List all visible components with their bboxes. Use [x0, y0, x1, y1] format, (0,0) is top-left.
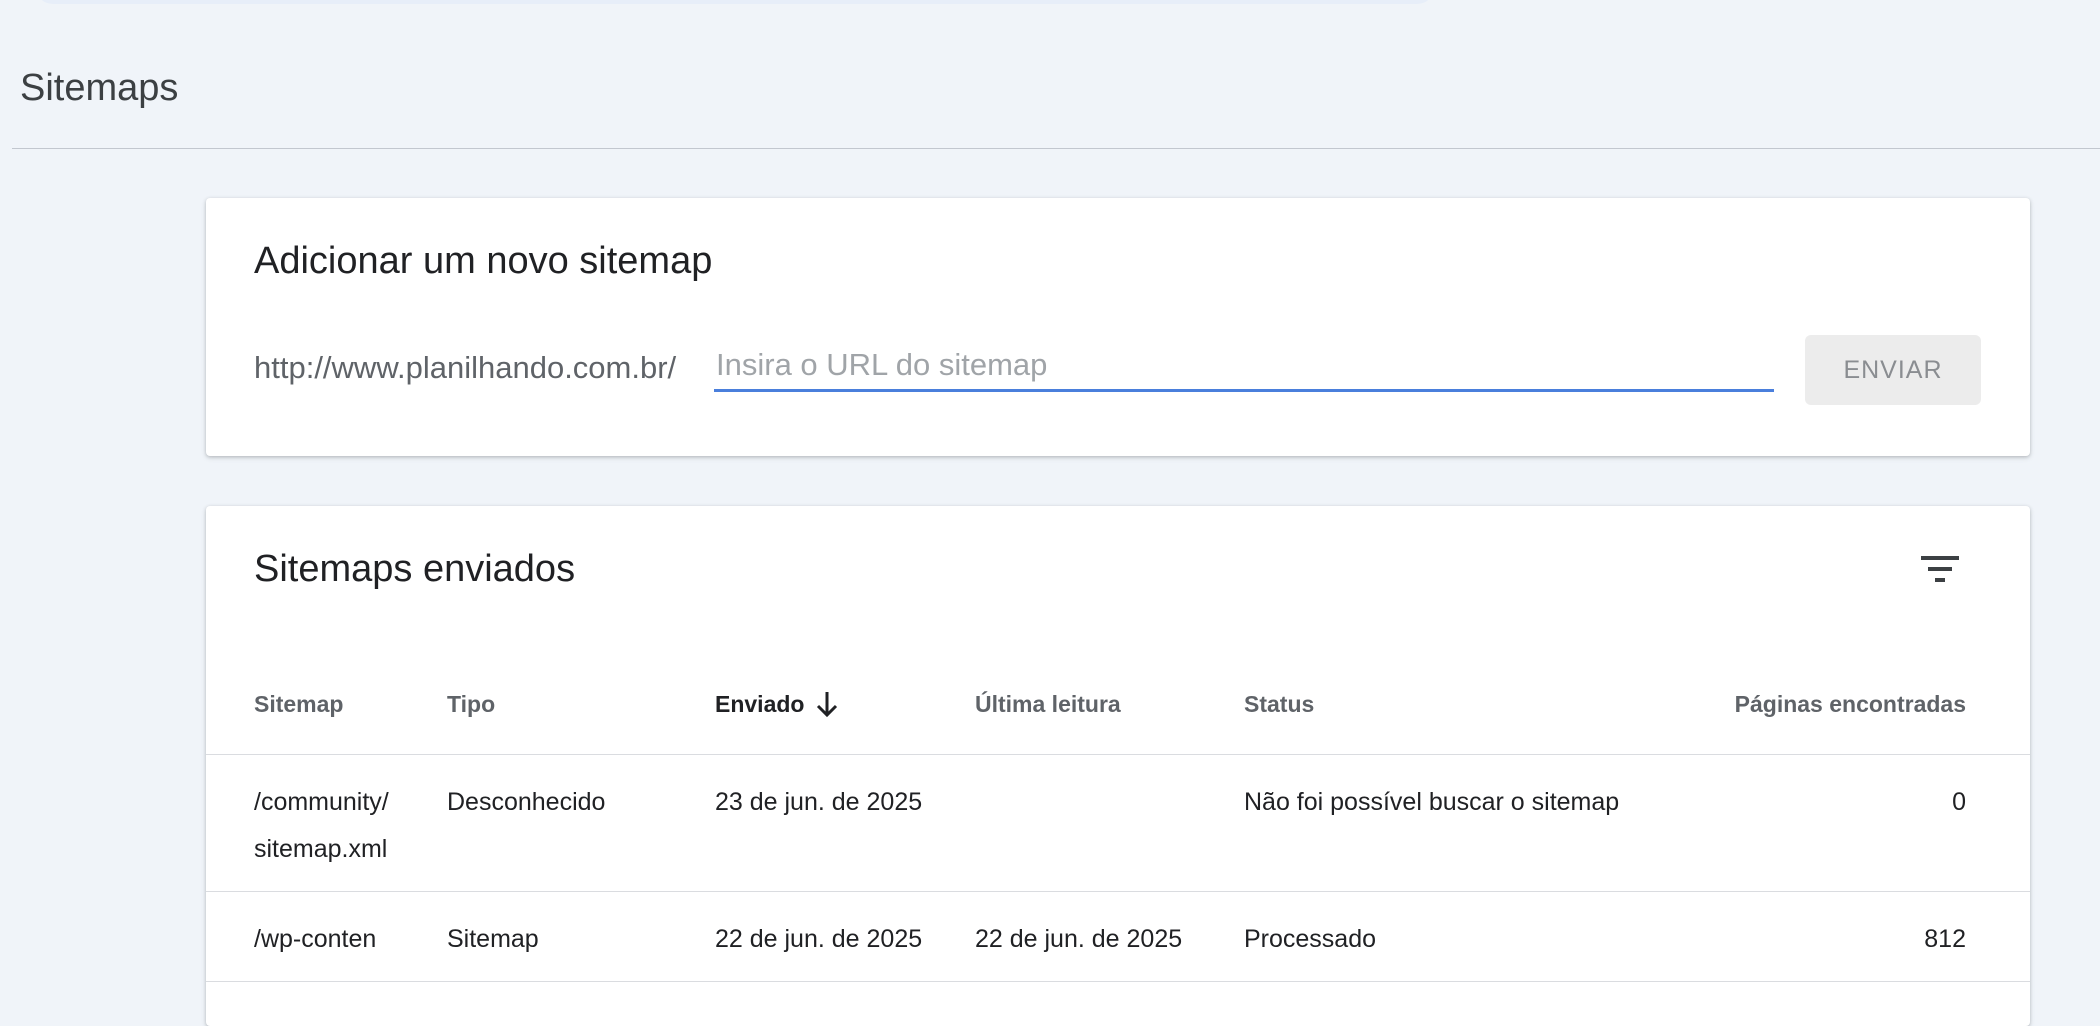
row-sitemap: /community/sitemap.xml	[254, 788, 389, 863]
table-header-row: Sitemap Tipo Enviado Última leitura Stat…	[206, 654, 2030, 755]
column-header-sent[interactable]: Enviado	[715, 654, 975, 755]
row-sent-date: 23 de jun. de 2025	[715, 754, 975, 892]
table-row[interactable]: /wp-conten Sitemap 22 de jun. de 2025 22…	[206, 891, 2030, 982]
row-status: Processado	[1244, 891, 1664, 982]
top-search-strip	[35, 0, 1435, 4]
row-status: Não foi possível buscar o sitemap	[1244, 754, 1664, 892]
filter-button[interactable]	[1906, 542, 1974, 602]
column-header-sitemap[interactable]: Sitemap	[206, 654, 447, 755]
table-row[interactable]: /community/sitemap.xml Desconhecido 23 d…	[206, 754, 2030, 892]
submit-sitemap-button[interactable]: ENVIAR	[1805, 335, 1981, 405]
sent-sitemaps-title: Sitemaps enviados	[254, 548, 576, 590]
add-sitemap-title: Adicionar um novo sitemap	[254, 240, 713, 282]
add-sitemap-card: Adicionar um novo sitemap http://www.pla…	[206, 198, 2030, 456]
sitemaps-table: Sitemap Tipo Enviado Última leitura Stat…	[206, 654, 2030, 982]
column-header-last-read[interactable]: Última leitura	[975, 654, 1244, 755]
row-type: Sitemap	[447, 891, 715, 982]
arrow-down-icon	[817, 692, 838, 718]
row-sent-date: 22 de jun. de 2025	[715, 891, 975, 982]
row-last-read: 22 de jun. de 2025	[975, 891, 1244, 982]
column-header-status[interactable]: Status	[1244, 654, 1664, 755]
url-prefix: http://www.planilhando.com.br/	[254, 350, 677, 385]
row-last-read	[975, 754, 1244, 892]
column-header-pages[interactable]: Páginas encontradas	[1664, 654, 2030, 755]
filter-icon	[1921, 556, 1959, 582]
row-pages: 0	[1664, 754, 2030, 892]
column-header-type[interactable]: Tipo	[447, 654, 715, 755]
header-divider	[12, 148, 2100, 149]
row-type: Desconhecido	[447, 754, 715, 892]
sent-sitemaps-card: Sitemaps enviados Sitemap Tipo Enviado Ú…	[206, 506, 2030, 1026]
sitemap-url-input[interactable]	[714, 344, 1774, 392]
column-header-sent-label: Enviado	[715, 690, 805, 717]
row-pages: 812	[1664, 891, 2030, 982]
row-sitemap: /wp-conten	[254, 925, 377, 953]
page-title: Sitemaps	[20, 67, 179, 109]
